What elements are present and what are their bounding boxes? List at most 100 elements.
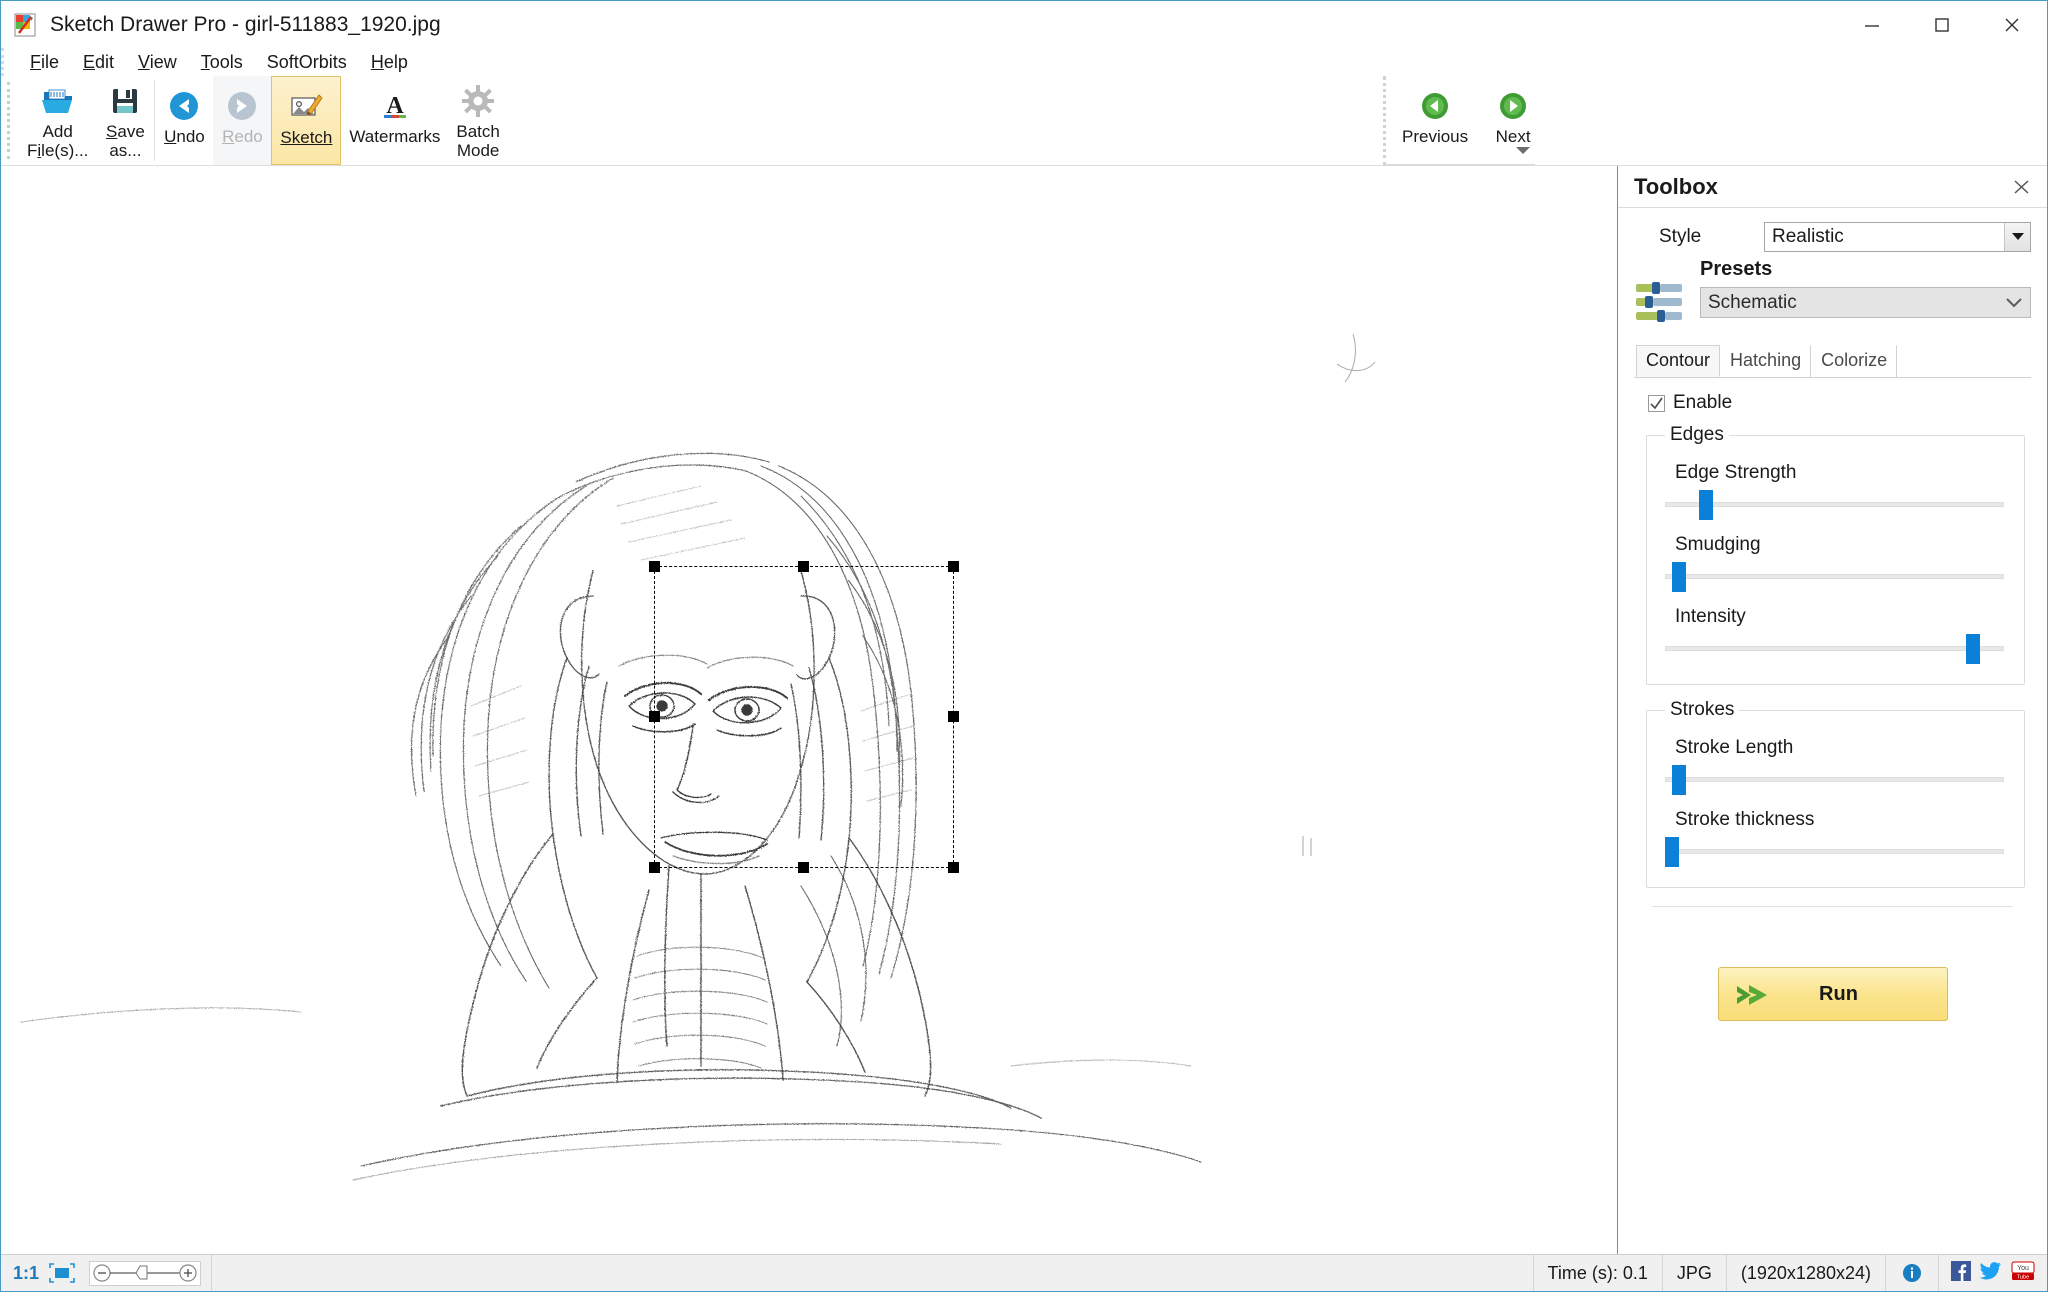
watermarks-button[interactable]: A Watermarks (341, 76, 448, 165)
twitter-icon[interactable] (1979, 1261, 2002, 1286)
stroke-thickness-slider[interactable] (1664, 837, 2004, 867)
redo-button[interactable]: Redo (213, 76, 272, 165)
toolbox-body: Style Realistic Presets Schematic Contou… (1618, 208, 2047, 1021)
slider-track[interactable] (1665, 502, 2004, 507)
intensity-slider[interactable] (1665, 634, 2004, 664)
edges-group: Edges Edge Strength Smudging Intensity (1646, 424, 2025, 685)
edge-strength-slider[interactable] (1665, 490, 2004, 520)
batch-mode-button[interactable]: Batch Mode (448, 76, 507, 165)
stroke-length-label: Stroke Length (1675, 737, 1794, 758)
chevron-down-icon[interactable] (1513, 141, 1533, 161)
style-dropdown[interactable]: Realistic (1764, 222, 2031, 252)
maximize-button[interactable] (1907, 1, 1977, 48)
tab-hatching[interactable]: Hatching (1720, 345, 1812, 377)
presets-value: Schematic (1708, 291, 1797, 313)
dimensions-status: (1920x1280x24) (1727, 1255, 1886, 1291)
enable-label: Enable (1673, 392, 1733, 413)
previous-arrow-icon (1417, 88, 1453, 124)
image-canvas[interactable] (1, 166, 1617, 1254)
slider-track[interactable] (1665, 574, 2004, 579)
undo-arrow-icon (166, 88, 202, 124)
slider-thumb[interactable] (1671, 562, 1686, 592)
social-links: You Tube (1939, 1255, 2047, 1291)
watermarks-label: Watermarks (349, 127, 441, 146)
undo-button[interactable]: Undo (155, 76, 213, 165)
chevron-down-icon[interactable] (2006, 295, 2022, 313)
redo-arrow-icon (224, 88, 260, 124)
zoom-ratio-button[interactable]: 1:1 (13, 1263, 39, 1284)
zoom-slider[interactable] (89, 1260, 202, 1286)
sketch-button[interactable]: Sketch (271, 76, 342, 165)
window-title: Sketch Drawer Pro - girl-511883_1920.jpg (50, 12, 441, 36)
slider-thumb[interactable] (1664, 837, 1679, 867)
close-icon[interactable] (2011, 176, 2033, 198)
tab-colorize[interactable]: Colorize (1811, 345, 1898, 377)
sketch-label: Sketch (280, 128, 333, 147)
undo-label: Undo (164, 127, 205, 146)
slider-thumb[interactable] (1698, 490, 1713, 520)
toolbox-title: Toolbox (1634, 173, 1718, 199)
smudging-label: Smudging (1675, 534, 1761, 555)
green-double-arrow-icon (1735, 980, 1779, 1015)
slider-track[interactable] (1665, 777, 2004, 782)
run-button[interactable]: Run (1717, 967, 1948, 1021)
redo-label: Redo (222, 127, 263, 146)
sliders-icon (1634, 258, 1692, 331)
enable-checkbox[interactable] (1648, 394, 1665, 412)
status-bar: 1:1 Time (s): 0.1 JPG (1920x1280x24) You… (1, 1254, 2047, 1291)
close-button[interactable] (1977, 1, 2047, 48)
menu-tools[interactable]: Tools (189, 52, 255, 73)
batch-mode-label: Batch Mode (456, 122, 500, 161)
add-files-button[interactable]: Add File(s)... (19, 76, 96, 165)
effect-tabs: Contour Hatching Colorize (1634, 345, 2031, 378)
save-as-label: Save as... (106, 122, 145, 161)
slider-thumb[interactable] (1966, 634, 1981, 664)
menu-help[interactable]: Help (359, 52, 420, 73)
presets-dropdown[interactable]: Schematic (1700, 287, 2031, 318)
toolbox-panel: Toolbox Style Realistic Presets Schemati… (1617, 166, 2047, 1254)
ribbon-underline (1383, 164, 1535, 165)
enable-row[interactable]: Enable (1648, 392, 2031, 414)
floppy-disk-icon (107, 83, 143, 119)
fit-to-screen-icon[interactable] (49, 1263, 75, 1283)
run-button-row: Run (1634, 967, 2031, 1021)
presets-label: Presets (1700, 258, 1773, 280)
toolbar-grip[interactable] (7, 82, 15, 159)
style-row: Style Realistic (1634, 222, 2031, 252)
sketch-preview-image[interactable] (1, 166, 1617, 1254)
svg-text:You: You (2017, 1265, 2029, 1272)
open-folder-icon (40, 83, 76, 119)
slider-thumb[interactable] (1671, 765, 1686, 795)
add-files-label: Add File(s)... (27, 122, 89, 161)
facebook-icon[interactable] (1951, 1260, 1971, 1286)
menu-file[interactable]: File (18, 52, 71, 73)
watermark-letter-a-icon: A (377, 88, 413, 124)
application-window: Sketch Drawer Pro - girl-511883_1920.jpg… (0, 0, 2048, 1292)
save-as-button[interactable]: Save as... (96, 76, 154, 165)
sketch-drawer-logo-icon (13, 12, 39, 38)
chevron-down-icon[interactable] (2004, 223, 2030, 251)
zoom-controls: 1:1 (1, 1255, 213, 1291)
style-value: Realistic (1772, 226, 1844, 247)
stroke-length-slider[interactable] (1665, 765, 2004, 795)
menu-view[interactable]: View (126, 52, 189, 73)
info-icon[interactable] (1886, 1255, 1939, 1291)
edges-legend: Edges (1670, 424, 1724, 445)
youtube-icon[interactable]: You Tube (2011, 1261, 2035, 1286)
presets-row: Presets Schematic (1634, 258, 2031, 331)
previous-label: Previous (1402, 127, 1469, 146)
format-status: JPG (1663, 1255, 1727, 1291)
gear-icon (460, 83, 496, 119)
toolbar: Add File(s)... Save as... Undo Redo Sket… (1, 76, 2047, 166)
slider-track[interactable] (1665, 849, 2004, 854)
previous-button[interactable]: Previous (1394, 76, 1476, 166)
toolbox-header: Toolbox (1618, 166, 2047, 208)
smudging-slider[interactable] (1665, 562, 2004, 592)
menu-softorbits[interactable]: SoftOrbits (255, 52, 359, 73)
minimize-button[interactable] (1837, 1, 1907, 48)
tab-contour[interactable]: Contour (1636, 345, 1721, 377)
slider-track[interactable] (1665, 646, 2004, 651)
next-arrow-icon (1495, 88, 1531, 124)
svg-text:Tube: Tube (2017, 1274, 2030, 1280)
menu-edit[interactable]: Edit (71, 52, 126, 73)
